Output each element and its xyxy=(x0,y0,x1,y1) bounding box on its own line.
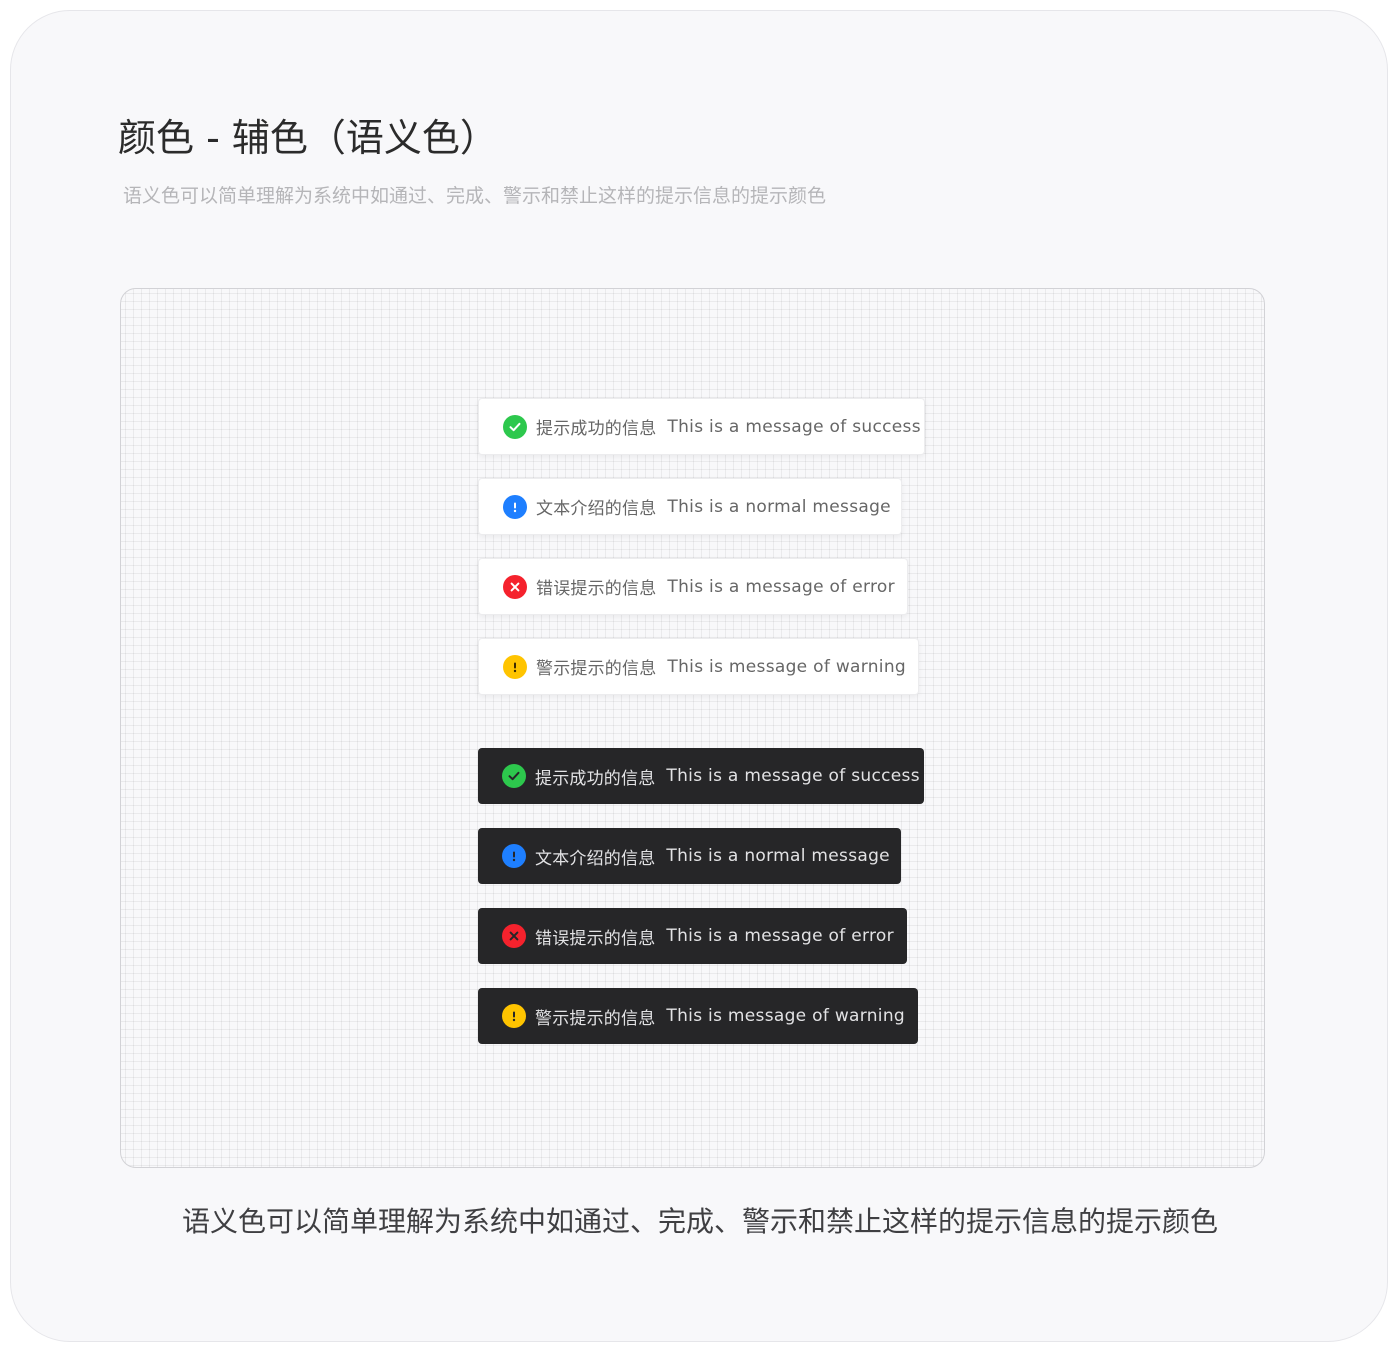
message-warning-dark: 警示提示的信息 This is message of warning xyxy=(478,988,918,1044)
message-text-en: This is a message of error xyxy=(667,576,895,597)
message-text-en: This is message of warning xyxy=(667,656,907,677)
preview-canvas: 提示成功的信息 This is a message of success 文本介… xyxy=(120,288,1265,1168)
message-label-cn: 错误提示的信息 xyxy=(535,928,656,949)
warning-circle-icon xyxy=(503,654,527,679)
message-text-en: This is a message of error xyxy=(666,926,894,946)
footer-caption: 语义色可以简单理解为系统中如通过、完成、警示和禁止这样的提示信息的提示颜色 xyxy=(181,1205,1218,1238)
warning-circle-icon xyxy=(502,1004,526,1028)
page-title: 颜色 - 辅色（语义色） xyxy=(118,116,498,160)
info-circle-icon xyxy=(502,844,526,868)
message-label-cn: 警示提示的信息 xyxy=(535,1008,656,1029)
message-text-en: This is a normal message xyxy=(667,496,891,517)
message-label-cn: 文本介绍的信息 xyxy=(536,499,657,519)
message-text-en: This is a message of success xyxy=(667,416,921,437)
message-label-cn: 提示成功的信息 xyxy=(535,768,656,789)
message-success-dark: 提示成功的信息 This is a message of success xyxy=(478,748,924,804)
close-circle-icon xyxy=(502,924,526,948)
message-error-light: 错误提示的信息 This is a message of error xyxy=(478,558,908,615)
page-subtitle: 语义色可以简单理解为系统中如通过、完成、警示和禁止这样的提示信息的提示颜色 xyxy=(123,185,827,207)
check-circle-icon xyxy=(502,764,526,788)
message-label-cn: 文本介绍的信息 xyxy=(535,848,656,869)
message-error-dark: 错误提示的信息 This is a message of error xyxy=(478,908,907,964)
check-circle-icon xyxy=(503,414,527,439)
message-label-cn: 错误提示的信息 xyxy=(536,579,657,599)
message-text-en: This is message of warning xyxy=(666,1006,906,1026)
message-text-en: This is a normal message xyxy=(666,846,890,866)
message-success-light: 提示成功的信息 This is a message of success xyxy=(478,398,925,455)
info-circle-icon xyxy=(503,494,527,519)
close-circle-icon xyxy=(503,574,527,599)
message-label-cn: 提示成功的信息 xyxy=(536,419,657,439)
message-text-en: This is a message of success xyxy=(666,766,920,786)
message-info-dark: 文本介绍的信息 This is a normal message xyxy=(478,828,901,884)
message-warning-light: 警示提示的信息 This is message of warning xyxy=(478,638,919,695)
message-info-light: 文本介绍的信息 This is a normal message xyxy=(478,478,902,535)
message-label-cn: 警示提示的信息 xyxy=(536,659,657,679)
